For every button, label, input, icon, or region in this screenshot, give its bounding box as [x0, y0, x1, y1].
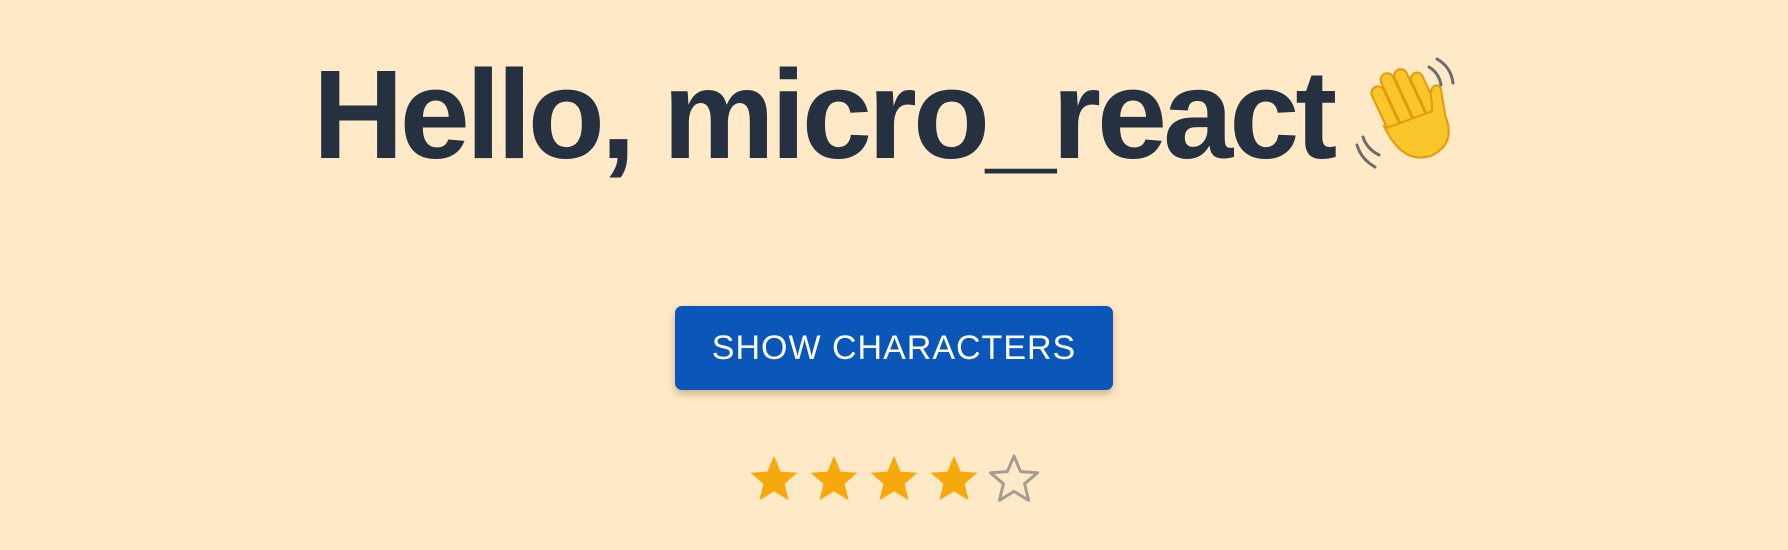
page-heading: Hello, micro_react [0, 52, 1788, 178]
star-filled-icon[interactable] [926, 452, 982, 508]
star-empty-icon[interactable] [986, 452, 1042, 508]
star-filled-icon[interactable] [866, 452, 922, 508]
waving-hand-icon [1355, 57, 1455, 169]
star-rating [0, 452, 1788, 508]
page-title: Hello, micro_react [312, 44, 1337, 185]
page: Hello, micro_react SHOW CHARACTERS [0, 0, 1788, 550]
actions: SHOW CHARACTERS [0, 306, 1788, 390]
show-characters-button[interactable]: SHOW CHARACTERS [675, 306, 1113, 390]
star-filled-icon[interactable] [806, 452, 862, 508]
star-filled-icon[interactable] [746, 452, 802, 508]
